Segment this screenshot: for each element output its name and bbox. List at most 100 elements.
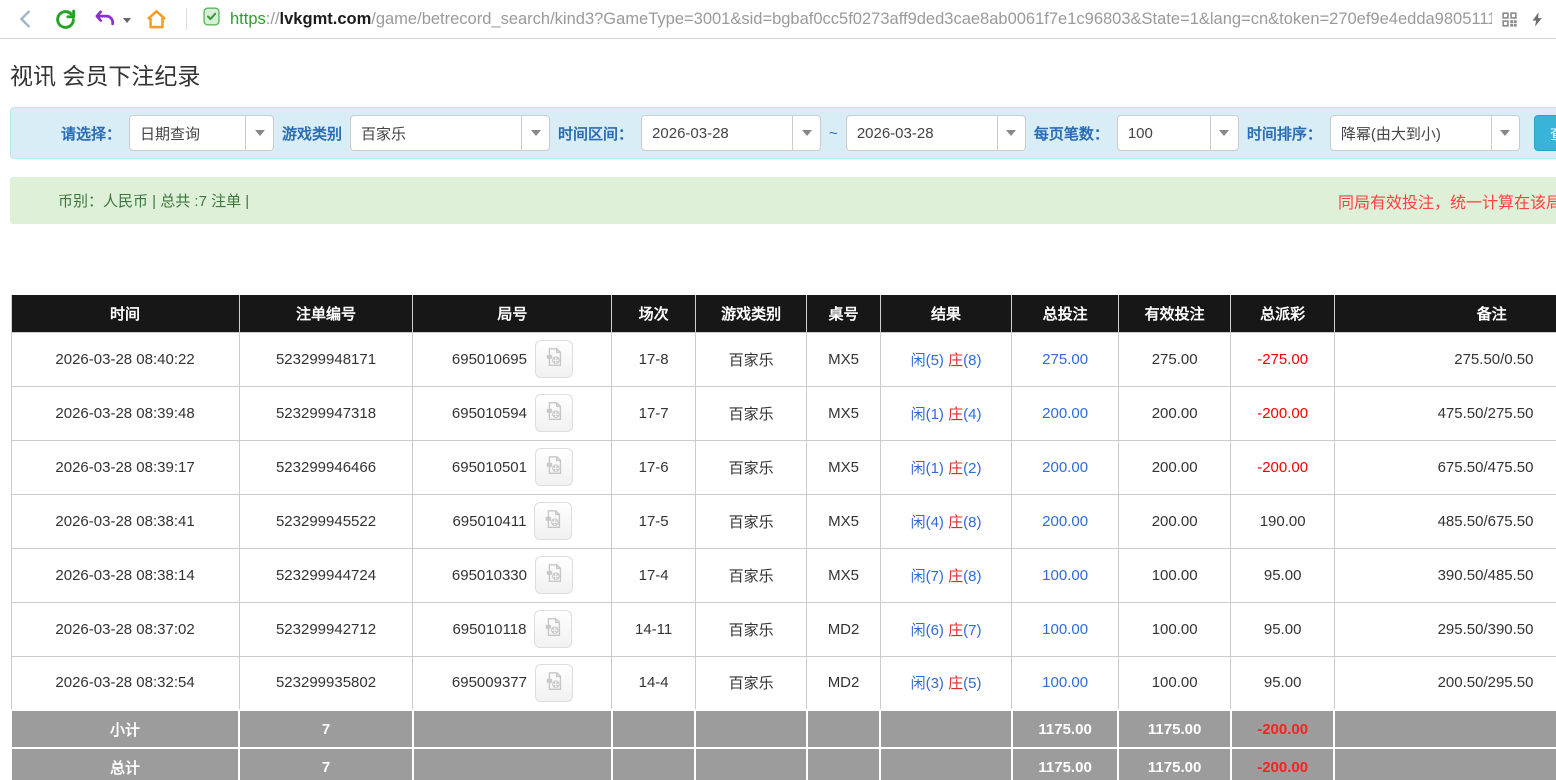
round-number: 695010330 — [452, 567, 527, 584]
game-type-select[interactable]: 百家乐 — [350, 115, 550, 151]
valid-bet-cell: 100.00 — [1118, 656, 1231, 710]
footer-total-bet-cell: 1175.00 — [1012, 710, 1119, 748]
result-player: 闲(4) — [911, 514, 949, 531]
game-type-cell: 百家乐 — [695, 548, 807, 602]
valid-bet-cell: 275.00 — [1118, 332, 1231, 386]
footer-empty-cell — [880, 748, 1012, 780]
video-replay-button[interactable] — [535, 448, 573, 486]
valid-bet-cell: 200.00 — [1118, 440, 1231, 494]
payout-cell: 190.00 — [1231, 494, 1335, 548]
round-cell: 695010501 — [413, 440, 612, 494]
result-cell: 闲(3) 庄(5) — [880, 656, 1012, 710]
col-header-1: 注单编号 — [239, 295, 413, 332]
url-text[interactable]: https://lvkgmt.com/game/betrecord_search… — [230, 10, 1492, 29]
footer-empty-cell — [807, 710, 880, 748]
note-cell: 475.50/275.50 — [1334, 386, 1556, 440]
bet-no-cell: 523299945522 — [239, 494, 413, 548]
round-cell-inner: 695010695 — [413, 340, 611, 378]
chevron-down-icon[interactable] — [997, 116, 1025, 150]
time-cell: 2026-03-28 08:32:54 — [11, 656, 239, 710]
table-no-cell: MD2 — [807, 602, 880, 656]
game-type-cell: 百家乐 — [695, 656, 807, 710]
result-player: 闲(5) — [911, 352, 949, 369]
chevron-down-icon[interactable] — [1210, 116, 1238, 150]
date-to-value: 2026-03-28 — [847, 125, 997, 142]
footer-empty-cell — [612, 710, 695, 748]
video-replay-button[interactable] — [534, 502, 572, 540]
lightning-icon[interactable] — [1529, 10, 1546, 29]
date-from-value: 2026-03-28 — [642, 125, 792, 142]
undo-icon[interactable] — [93, 8, 116, 31]
date-to-select[interactable]: 2026-03-28 — [846, 115, 1026, 151]
footer-payout-cell: -200.00 — [1231, 748, 1335, 780]
chevron-down-icon[interactable] — [1491, 116, 1519, 150]
video-file-icon — [542, 508, 564, 534]
chevron-down-icon[interactable] — [521, 116, 549, 150]
reload-icon[interactable] — [54, 8, 77, 31]
result-cell: 闲(7) 庄(8) — [880, 548, 1012, 602]
result-player: 闲(1) — [911, 460, 949, 477]
result-banker: 庄 — [948, 460, 963, 477]
result-player: 闲(3) — [911, 675, 949, 692]
query-type-select[interactable]: 日期查询 — [129, 115, 274, 151]
round-number: 695010594 — [452, 405, 527, 422]
footer-valid-bet-cell: 1175.00 — [1118, 710, 1231, 748]
page-size-select[interactable]: 100 — [1117, 115, 1239, 151]
footer-empty-cell — [413, 748, 612, 780]
video-replay-button[interactable] — [535, 340, 573, 378]
bet-record-table: 时间注单编号局号场次游戏类别桌号结果总投注有效投注总派彩备注 2026-03-2… — [10, 295, 1556, 780]
table-header-row: 时间注单编号局号场次游戏类别桌号结果总投注有效投注总派彩备注 — [11, 295, 1556, 332]
round-cell: 695010330 — [413, 548, 612, 602]
security-shield-icon[interactable] — [201, 6, 222, 32]
result-banker-num: (5) — [963, 675, 981, 692]
video-replay-button[interactable] — [535, 556, 573, 594]
col-header-2: 局号 — [413, 295, 612, 332]
payout-cell: 95.00 — [1231, 548, 1335, 602]
footer-note-cell — [1334, 710, 1556, 748]
table-no-cell: MX5 — [807, 548, 880, 602]
grandtotal-row: 总计71175.001175.00-200.00 — [11, 748, 1556, 780]
url-scheme: https — [230, 10, 266, 28]
time-cell: 2026-03-28 08:40:22 — [11, 332, 239, 386]
game-type-cell: 百家乐 — [695, 332, 807, 386]
col-header-10: 备注 — [1334, 295, 1556, 332]
payout-cell: -200.00 — [1231, 386, 1335, 440]
result-cell: 闲(1) 庄(2) — [880, 440, 1012, 494]
back-icon[interactable] — [14, 8, 38, 30]
url-host: lvkgmt.com — [280, 10, 372, 28]
round-cell: 695010411 — [413, 494, 612, 548]
video-file-icon — [543, 400, 565, 426]
session-cell: 17-8 — [612, 332, 695, 386]
chevron-down-icon[interactable] — [245, 116, 273, 150]
payout-cell: -200.00 — [1231, 440, 1335, 494]
result-banker: 庄 — [948, 406, 963, 423]
result-cell: 闲(5) 庄(8) — [880, 332, 1012, 386]
url-path: /game/betrecord_search/kind3?GameType=30… — [371, 10, 1492, 28]
round-cell-inner: 695010330 — [413, 556, 611, 594]
result-banker-num: (2) — [963, 460, 981, 477]
home-icon[interactable] — [145, 8, 168, 31]
total-bet-cell: 100.00 — [1012, 656, 1119, 710]
video-replay-button[interactable] — [535, 664, 573, 702]
footer-empty-cell — [612, 748, 695, 780]
time-sort-select[interactable]: 降幂(由大到小) — [1330, 115, 1520, 151]
chevron-down-icon[interactable] — [792, 116, 820, 150]
qr-code-icon[interactable] — [1500, 10, 1519, 29]
footer-label-cell: 总计 — [11, 748, 239, 780]
video-file-icon — [543, 670, 565, 696]
summary-notice: 同局有效投注，统一计算在该局第 — [1338, 189, 1556, 213]
video-replay-button[interactable] — [535, 394, 573, 432]
address-bar[interactable]: https://lvkgmt.com/game/betrecord_search… — [201, 6, 1492, 32]
note-cell: 275.50/0.50 — [1334, 332, 1556, 386]
date-from-select[interactable]: 2026-03-28 — [641, 115, 821, 151]
payout-cell: 95.00 — [1231, 602, 1335, 656]
search-button[interactable]: 查询 — [1534, 115, 1556, 151]
payout-cell: -275.00 — [1231, 332, 1335, 386]
undo-dropdown-caret[interactable] — [123, 18, 131, 23]
round-cell-inner: 695009377 — [413, 664, 611, 702]
video-replay-button[interactable] — [534, 610, 572, 648]
note-cell: 295.50/390.50 — [1334, 602, 1556, 656]
valid-bet-cell: 100.00 — [1118, 548, 1231, 602]
footer-count-cell: 7 — [239, 748, 413, 780]
game-type-cell: 百家乐 — [695, 386, 807, 440]
